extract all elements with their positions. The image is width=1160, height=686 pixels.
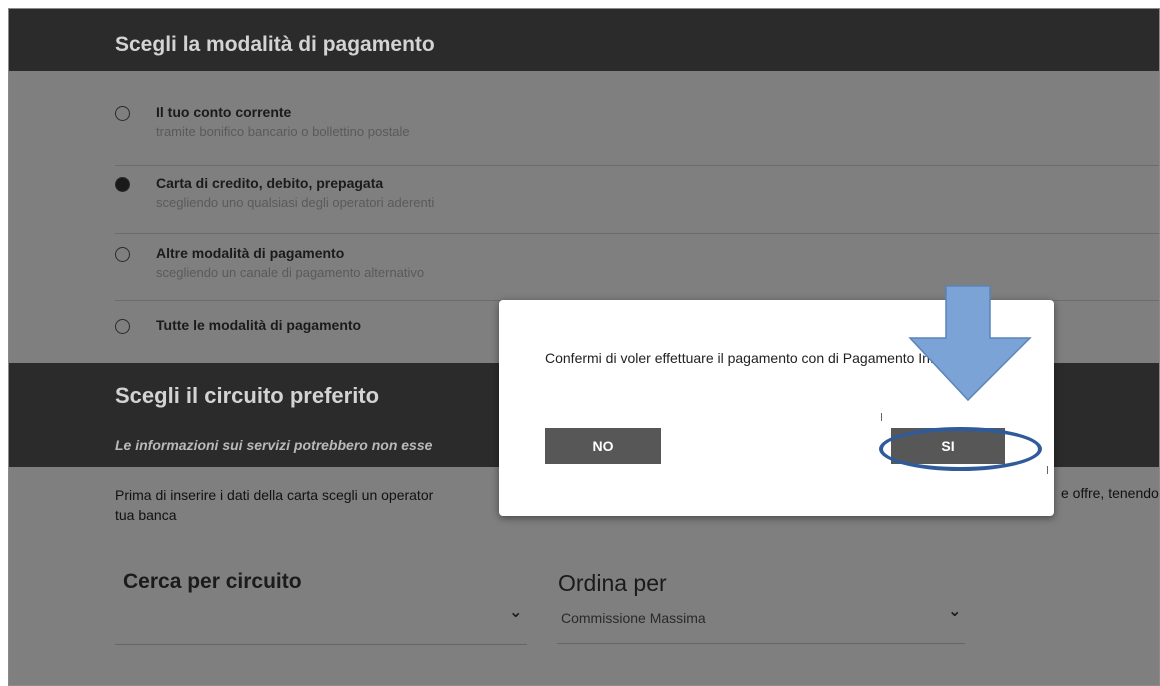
radio-all[interactable] xyxy=(115,319,130,334)
payment-option-label: Il tuo conto corrente xyxy=(156,104,292,120)
circuit-section-title: Scegli il circuito preferito xyxy=(115,383,380,408)
payment-option-sub: tramite bonifico bancario o bollettino p… xyxy=(156,124,410,139)
payment-option-sub: scegliendo uno qualsiasi degli operatori… xyxy=(156,195,435,210)
option-divider xyxy=(115,233,1159,234)
search-circuit-title: Cerca per circuito xyxy=(123,570,302,593)
chevron-down-icon[interactable]: ⌄ xyxy=(509,602,522,622)
payment-section-title: Scegli la modalità di pagamento xyxy=(115,33,435,56)
annotation-tick xyxy=(881,413,882,421)
option-divider xyxy=(115,165,1159,166)
highlight-ellipse xyxy=(879,427,1042,471)
sort-select[interactable]: Commissione Massima xyxy=(561,610,706,626)
circuit-notice: Le informazioni sui servizi potrebbero n… xyxy=(115,437,433,453)
sort-select-underline xyxy=(557,643,965,644)
payment-option-label: Carta di credito, debito, prepagata xyxy=(156,175,384,191)
no-button[interactable]: NO xyxy=(545,428,661,464)
radio-card[interactable] xyxy=(115,177,130,192)
radio-bank-account[interactable] xyxy=(115,106,130,121)
sort-by-title: Ordina per xyxy=(558,570,667,596)
radio-other[interactable] xyxy=(115,247,130,262)
down-arrow-icon xyxy=(908,285,1032,402)
chevron-down-icon[interactable]: ⌄ xyxy=(948,601,961,621)
annotation-tick xyxy=(1047,466,1048,474)
payment-option-sub: scegliendo un canale di pagamento altern… xyxy=(156,265,425,280)
page-frame: Scegli la modalità di pagamento Il tuo c… xyxy=(8,8,1160,686)
payment-option-label: Tutte le modalità di pagamento xyxy=(156,317,362,333)
instructions-right-fragment: e offre, tenendo xyxy=(1061,485,1159,501)
instructions-line1: Prima di inserire i dati della carta sce… xyxy=(115,487,434,503)
payment-option-label: Altre modalità di pagamento xyxy=(156,245,345,261)
search-circuit-underline xyxy=(115,644,527,645)
